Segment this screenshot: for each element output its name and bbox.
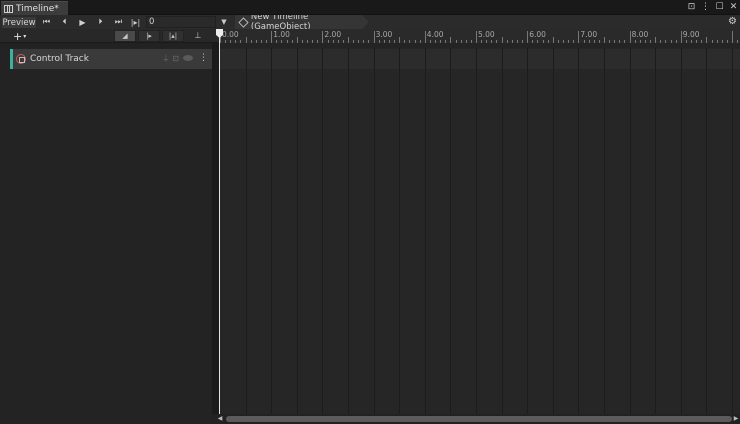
- breadcrumb[interactable]: New Timeline (GameObject): [235, 15, 369, 29]
- window-tab-bar: Timeline* ⊡ ⋮ ☐ ✕: [0, 0, 740, 15]
- ruler-label: 7.00: [580, 30, 598, 39]
- goto-end-button[interactable]: ⏭: [110, 16, 127, 28]
- maximize-icon[interactable]: ☐: [715, 2, 724, 12]
- ruler-label: 4.00: [426, 30, 444, 39]
- grid-line: [578, 48, 580, 414]
- ruler-label: 6.00: [529, 30, 546, 39]
- track-name: Control Track: [30, 54, 89, 64]
- grid-line: [322, 48, 324, 414]
- ruler-label: 8.00: [631, 30, 649, 39]
- scrollbar-thumb[interactable]: [226, 416, 732, 422]
- horizontal-scrollbar[interactable]: ◀ ▶: [212, 414, 740, 424]
- timeline-icon: [4, 4, 13, 13]
- ruler-label: 9.00: [682, 30, 700, 39]
- replace-mode-button[interactable]: |▴|: [162, 30, 184, 42]
- grid-line: [680, 48, 682, 414]
- mix-mode-button[interactable]: |▸: [138, 30, 160, 42]
- previous-frame-button[interactable]: ⏴: [56, 16, 73, 28]
- grid-line: [373, 48, 375, 414]
- grid-line: [655, 48, 657, 414]
- ruler-major-tick: [271, 31, 273, 43]
- preview-button[interactable]: Preview: [1, 16, 37, 29]
- clip-track-row[interactable]: [220, 49, 740, 69]
- timeline-tab-label: Timeline*: [16, 3, 59, 14]
- play-button[interactable]: ▶: [74, 16, 91, 28]
- ruler-label: 5.00: [478, 30, 495, 39]
- time-ruler[interactable]: 0.00 1.00 2.00 3.00 4.00 5.00 6.00 7.00 8.00 9.00: [220, 29, 740, 43]
- lock-icon[interactable]: ⊡: [687, 2, 696, 12]
- timeline-toolbar: Preview ⏮ ⏴ ▶ ⏵ ⏭ |▸| 0 ▼ New Timeline (…: [0, 15, 740, 29]
- eye-icon[interactable]: [183, 55, 193, 61]
- clip-area[interactable]: [220, 48, 740, 414]
- control-track-icon: [16, 54, 26, 64]
- next-frame-button[interactable]: ⏵: [92, 16, 109, 28]
- timeline-tab[interactable]: Timeline*: [1, 1, 68, 15]
- ruler-major-tick: [732, 31, 733, 43]
- play-range-button[interactable]: |▸|: [127, 16, 144, 28]
- ruler-major-tick: [373, 31, 375, 43]
- kebab-menu-icon[interactable]: ⋮: [199, 53, 208, 63]
- ruler-major-tick: [424, 31, 426, 43]
- snap-ripple-button[interactable]: ◢: [114, 30, 136, 42]
- frame-input[interactable]: 0: [146, 16, 216, 28]
- scroll-left-icon[interactable]: ◀: [216, 414, 224, 424]
- grid-line: [527, 48, 529, 414]
- track-list-footer: [0, 414, 212, 424]
- grid-line: [271, 48, 273, 414]
- lock-icon[interactable]: ⊡: [172, 54, 179, 63]
- grid-line: [706, 48, 708, 414]
- ruler-label: 3.00: [375, 30, 393, 39]
- ruler-major-tick: [322, 31, 324, 43]
- chevron-down-icon: ▾: [23, 32, 27, 40]
- ruler-major-tick: [578, 31, 580, 43]
- kebab-menu-icon[interactable]: ⋮: [701, 2, 710, 12]
- grid-line: [732, 48, 733, 414]
- gameobject-cube-icon: [238, 16, 249, 28]
- grid-line: [552, 48, 554, 414]
- grid-line: [348, 48, 349, 414]
- add-track-button[interactable]: + ▾: [13, 30, 35, 42]
- ruler-label: 2.00: [324, 30, 342, 39]
- grid-line: [450, 48, 452, 414]
- grid-line: [399, 48, 401, 414]
- grid-line: [424, 48, 426, 414]
- grid-line: [245, 48, 247, 414]
- ruler-major-tick: [476, 31, 477, 43]
- grid-line: [629, 48, 631, 414]
- track-row-control[interactable]: Control Track ⍊ ⊡ ⋮: [10, 49, 212, 69]
- plus-icon: +: [13, 29, 23, 43]
- grid-line: [604, 48, 605, 414]
- track-controls: ⍊ ⊡ ⋮: [163, 53, 208, 63]
- ruler-major-tick: [680, 31, 682, 43]
- scroll-right-icon[interactable]: ▶: [732, 414, 740, 424]
- gear-icon[interactable]: ⚙: [728, 16, 737, 28]
- ruler-label: 1.00: [273, 30, 290, 39]
- record-pin-icon[interactable]: ⍊: [163, 53, 168, 63]
- grid-line: [476, 48, 477, 414]
- goto-start-button[interactable]: ⏮: [38, 16, 55, 28]
- window-controls: ⊡ ⋮ ☐ ✕: [687, 2, 738, 12]
- grid-line: [296, 48, 298, 414]
- playhead-line: [219, 36, 220, 416]
- close-icon[interactable]: ✕: [729, 2, 738, 12]
- ruler-major-tick: [527, 31, 529, 43]
- pin-icon[interactable]: ⊥: [192, 30, 204, 42]
- ruler-label: 0.00: [222, 30, 239, 39]
- track-list: Control Track ⍊ ⊡ ⋮: [0, 48, 212, 414]
- chevron-down-icon[interactable]: ▼: [218, 16, 230, 28]
- ruler-major-tick: [629, 31, 631, 43]
- grid-line: [501, 48, 503, 414]
